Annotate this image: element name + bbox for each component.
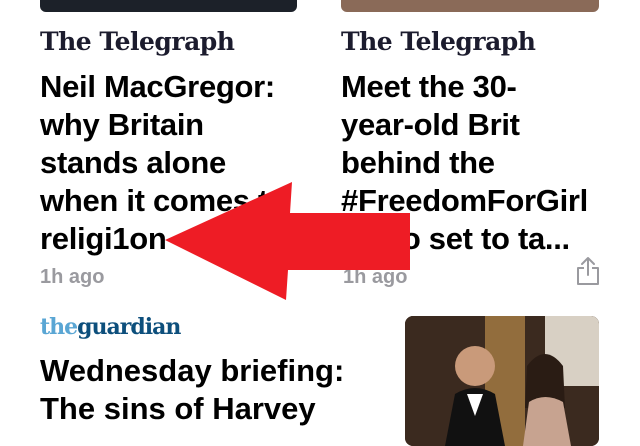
article-thumbnail[interactable] bbox=[40, 0, 297, 12]
article-thumbnail[interactable] bbox=[341, 0, 599, 12]
publisher-logo-telegraph: The Telegraph bbox=[40, 27, 235, 56]
photo-content bbox=[405, 316, 599, 446]
article-timestamp: 1h ago bbox=[40, 266, 105, 288]
article-headline[interactable]: Meet the 30- year-old Brit behind the #F… bbox=[341, 68, 606, 258]
article-headline[interactable]: Wednesday briefing: The sins of Harvey bbox=[40, 352, 370, 428]
article-headline[interactable]: Neil MacGregor: why Britain stands alone… bbox=[40, 68, 310, 258]
article-photo[interactable] bbox=[405, 316, 599, 446]
news-card-neil-macgregor[interactable]: The Telegraph Neil MacGregor: why Britai… bbox=[40, 24, 310, 258]
publisher-logo-guardian: theguardian bbox=[40, 314, 181, 340]
news-card-freedomforgirl[interactable]: The Telegraph Meet the 30- year-old Brit… bbox=[341, 24, 606, 258]
share-icon[interactable] bbox=[576, 256, 600, 286]
publisher-logo-telegraph: The Telegraph bbox=[341, 27, 536, 56]
article-timestamp: 1h ago bbox=[343, 266, 408, 288]
